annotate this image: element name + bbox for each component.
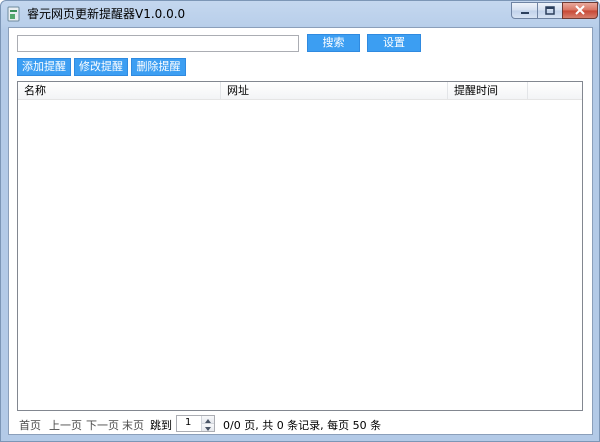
add-reminder-button[interactable]: 添加提醒	[17, 58, 71, 76]
page-number-value[interactable]: 1	[185, 417, 191, 428]
title-bar[interactable]: 睿元网页更新提醒器V1.0.0.0	[1, 1, 599, 27]
close-button[interactable]	[562, 2, 598, 19]
page-number-stepper[interactable]: 1	[176, 415, 215, 432]
column-header-remind-time[interactable]: 提醒时间	[448, 82, 528, 99]
maximize-button[interactable]	[537, 2, 563, 19]
main-panel: 搜索 设置 添加提醒 修改提醒 删除提醒 名称 网址 提醒时间 首页 上一页 下…	[8, 27, 593, 435]
maximize-icon	[545, 4, 555, 18]
app-window: 睿元网页更新提醒器V1.0.0.0 搜索 设置 添加提醒 修改提醒 删除提醒 名…	[0, 0, 600, 442]
delete-reminder-button[interactable]: 删除提醒	[131, 58, 186, 76]
column-header-filler	[528, 82, 582, 99]
search-button[interactable]: 搜索	[307, 34, 360, 52]
next-page-link[interactable]: 下一页	[86, 417, 119, 433]
chevron-down-icon	[205, 421, 211, 434]
minimize-icon	[520, 4, 530, 18]
stepper-down-button[interactable]	[202, 424, 214, 431]
reminder-table[interactable]: 名称 网址 提醒时间	[17, 81, 583, 411]
page-info-text: 0/0 页, 共 0 条记录, 每页 50 条	[223, 419, 382, 432]
minimize-button[interactable]	[511, 2, 538, 19]
first-page-link[interactable]: 首页	[19, 417, 41, 433]
column-header-url[interactable]: 网址	[221, 82, 448, 99]
jump-to-label: 跳到	[150, 419, 172, 432]
prev-page-link[interactable]: 上一页	[49, 417, 82, 433]
close-icon	[574, 4, 586, 18]
last-page-link[interactable]: 末页	[122, 417, 144, 433]
stepper-buttons	[201, 416, 214, 431]
column-header-name[interactable]: 名称	[18, 82, 221, 99]
app-icon	[7, 6, 21, 22]
pagination-bar: 首页 上一页 下一页 末页 跳到 1 0/0 页, 共 0 条记录, 每页 50…	[9, 414, 592, 434]
search-input[interactable]	[17, 35, 299, 52]
settings-button[interactable]: 设置	[367, 34, 421, 52]
edit-reminder-button[interactable]: 修改提醒	[74, 58, 128, 76]
table-header: 名称 网址 提醒时间	[18, 82, 582, 100]
window-title: 睿元网页更新提醒器V1.0.0.0	[27, 7, 186, 21]
